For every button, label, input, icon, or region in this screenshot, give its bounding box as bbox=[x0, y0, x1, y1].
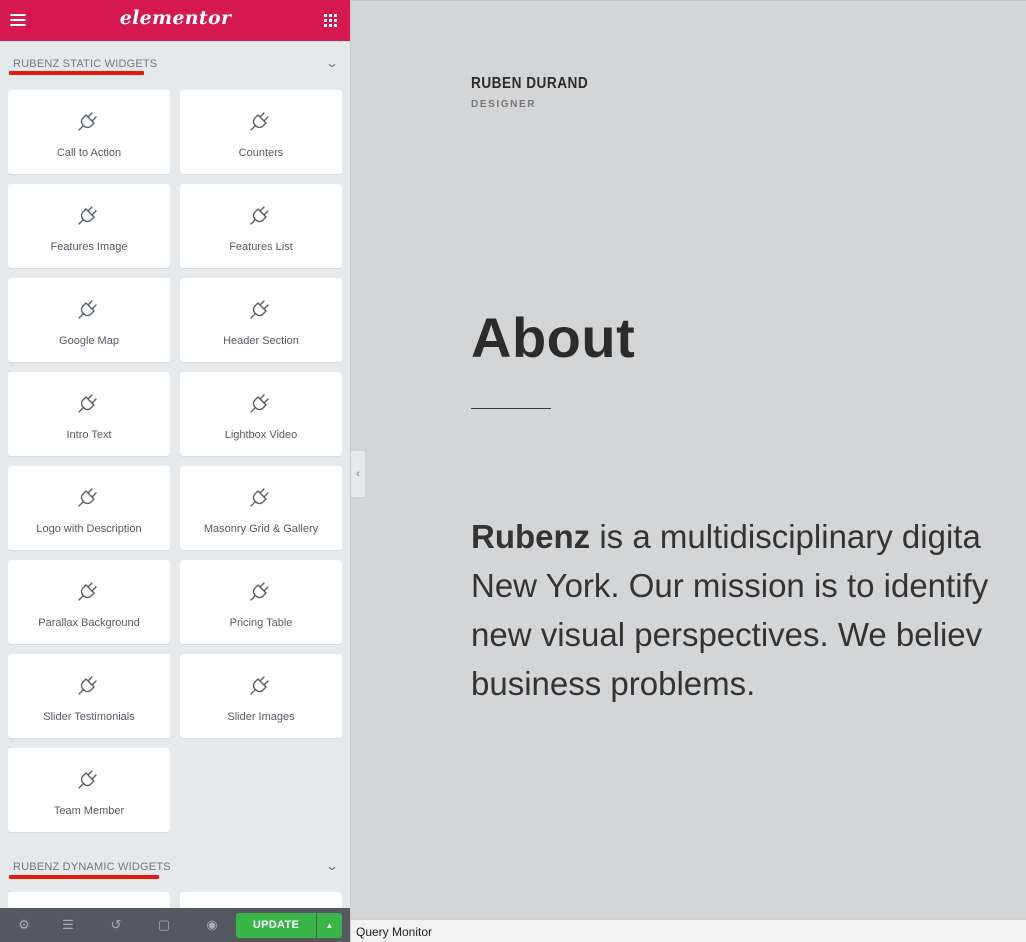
panel-header: elementor bbox=[0, 0, 350, 41]
widget-label: Features List bbox=[229, 241, 293, 253]
widget-label: Logo with Description bbox=[36, 523, 142, 535]
widget-label: Team Member bbox=[53, 805, 125, 817]
widget-label: Lightbox Video bbox=[224, 429, 298, 441]
collapse-panel-toggle[interactable]: ‹ bbox=[351, 450, 366, 498]
elementor-logo: elementor bbox=[119, 7, 232, 29]
widget-label: Slider Images bbox=[227, 711, 295, 723]
widget-card[interactable]: Call to Action bbox=[8, 90, 170, 174]
widget-label: Header Section bbox=[223, 335, 299, 347]
category-title: RUBENZ STATIC WIDGETS bbox=[13, 58, 158, 70]
widget-label: Features Image bbox=[50, 241, 128, 253]
widget-card[interactable]: Slider Testimonials bbox=[8, 654, 170, 738]
intro-line-4: business problems. bbox=[471, 665, 756, 702]
chevron-down-icon[interactable]: ⌄ bbox=[325, 859, 339, 873]
panel-footer: ⚙ ☰ ↺ ▢ ◉ UPDATE ▲ bbox=[0, 908, 350, 942]
layers-icon[interactable]: ☰ bbox=[44, 908, 92, 942]
intro-line-3: new visual perspectives. We believ bbox=[471, 616, 983, 653]
widget-card[interactable]: Slider Images bbox=[180, 654, 342, 738]
category-underline bbox=[9, 875, 159, 879]
chevron-down-icon[interactable]: ⌄ bbox=[325, 56, 339, 70]
page-preview: RUBEN DURAND DESIGNER About Rubenz is a … bbox=[351, 0, 1026, 919]
widget-label: Google Map bbox=[59, 335, 119, 347]
history-icon[interactable]: ↺ bbox=[92, 908, 140, 942]
widgets-grid-icon[interactable] bbox=[324, 14, 337, 27]
widget-card[interactable]: Google Map bbox=[8, 278, 170, 362]
widget-label: Call to Action bbox=[56, 147, 122, 159]
preview-icon[interactable]: ◉ bbox=[188, 908, 236, 942]
caret-up-icon[interactable]: ▲ bbox=[317, 913, 342, 938]
widget-card[interactable]: Header Section bbox=[180, 278, 342, 362]
widget-card[interactable]: Counters bbox=[180, 90, 342, 174]
widget-card[interactable]: Lightbox Video bbox=[180, 372, 342, 456]
intro-text: Rubenz is a multidisciplinary digita New… bbox=[471, 512, 1026, 708]
update-button[interactable]: UPDATE bbox=[236, 913, 316, 938]
widget-label: Pricing Table bbox=[229, 617, 293, 629]
widget-card[interactable]: Masonry Grid & Gallery bbox=[180, 466, 342, 550]
widget-card[interactable]: Intro Text bbox=[8, 372, 170, 456]
site-name[interactable]: RUBEN DURAND bbox=[471, 75, 588, 93]
intro-line-2: New York. Our mission is to identify bbox=[471, 567, 989, 604]
page-heading: About bbox=[471, 306, 636, 369]
category-header-static[interactable]: RUBENZ STATIC WIDGETS ⌄ bbox=[0, 46, 350, 80]
widget-label: Parallax Background bbox=[38, 617, 140, 629]
widget-card[interactable]: Features List bbox=[180, 184, 342, 268]
settings-icon[interactable]: ⚙ bbox=[0, 908, 48, 942]
intro-line-1: is a multidisciplinary digita bbox=[590, 518, 981, 555]
widget-card[interactable]: Parallax Background bbox=[8, 560, 170, 644]
widget-label: Intro Text bbox=[66, 429, 112, 441]
divider bbox=[471, 408, 551, 409]
elementor-panel: elementor RUBENZ STATIC WIDGETS ⌄ RUBENZ… bbox=[0, 0, 351, 942]
widget-label: Masonry Grid & Gallery bbox=[203, 523, 319, 535]
responsive-icon[interactable]: ▢ bbox=[140, 908, 188, 942]
widget-card[interactable]: Pricing Table bbox=[180, 560, 342, 644]
site-subtitle: DESIGNER bbox=[471, 99, 537, 110]
category-header-dynamic[interactable]: RUBENZ DYNAMIC WIDGETS ⌄ bbox=[0, 849, 350, 883]
query-monitor-bar[interactable]: Query Monitor bbox=[351, 919, 1026, 942]
category-title: RUBENZ DYNAMIC WIDGETS bbox=[13, 861, 171, 873]
query-monitor-label: Query Monitor bbox=[356, 925, 433, 939]
widget-card[interactable]: Team Member bbox=[8, 748, 170, 832]
widget-label: Counters bbox=[238, 147, 284, 159]
brand-word: Rubenz bbox=[471, 518, 591, 555]
widget-label: Slider Testimonials bbox=[43, 711, 135, 723]
category-underline bbox=[9, 71, 144, 75]
widget-card[interactable]: Logo with Description bbox=[8, 466, 170, 550]
widget-card[interactable]: Features Image bbox=[8, 184, 170, 268]
